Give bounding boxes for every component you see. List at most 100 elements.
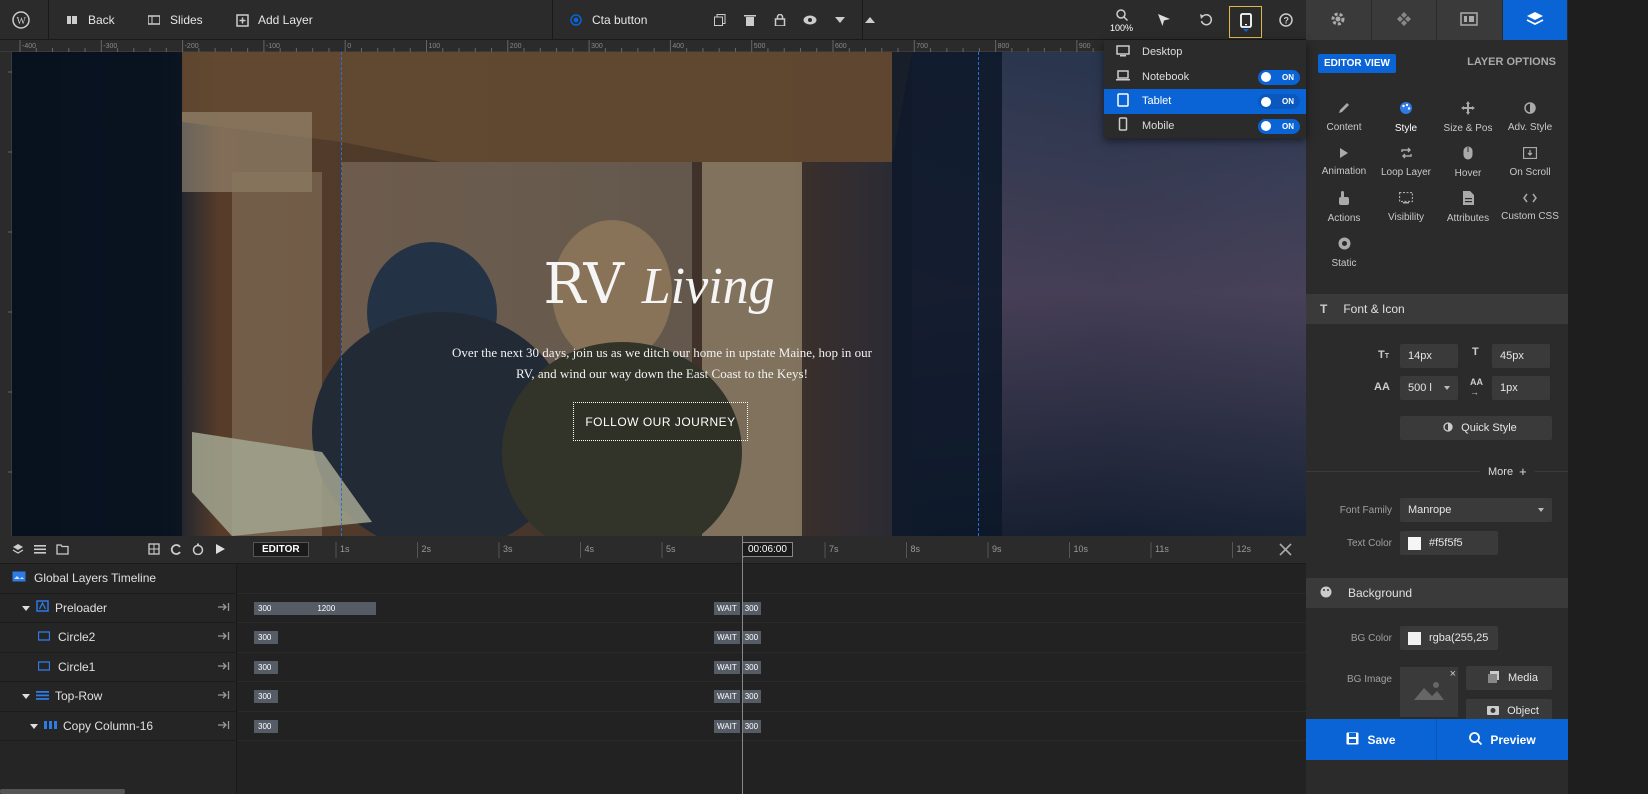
- image-placeholder-icon: [1412, 680, 1446, 705]
- playhead-time[interactable]: 00:06:00: [742, 542, 793, 557]
- option-attributes[interactable]: Attributes: [1438, 185, 1498, 230]
- back-button[interactable]: Back: [64, 0, 115, 40]
- layer-selector[interactable]: Cta button: [568, 0, 647, 40]
- quick-style-button[interactable]: Quick Style: [1400, 416, 1552, 440]
- media-button[interactable]: Media: [1466, 666, 1552, 690]
- timeline-row-copy-column[interactable]: Copy Column-16: [0, 712, 236, 741]
- text-color-picker[interactable]: #f5f5f5: [1400, 531, 1498, 555]
- dropdown-caret-icon: [1242, 29, 1249, 32]
- wait-block[interactable]: WAIT 300: [714, 719, 763, 733]
- jump-end-icon[interactable]: [218, 601, 230, 615]
- slide-heading[interactable]: RV Living: [12, 252, 1306, 317]
- folder-icon[interactable]: [56, 543, 69, 558]
- device-item-tablet[interactable]: Tablet ON: [1104, 89, 1306, 114]
- mobile-toggle[interactable]: ON: [1258, 118, 1300, 134]
- font-icon-section-header[interactable]: T Font & Icon: [1306, 294, 1568, 324]
- bg-image-placeholder[interactable]: ×: [1400, 667, 1458, 717]
- tablet-toggle[interactable]: ON: [1258, 94, 1300, 109]
- animation-bar[interactable]: 300: [254, 660, 278, 674]
- option-style[interactable]: Style: [1376, 95, 1436, 140]
- option-on-scroll[interactable]: On Scroll: [1500, 140, 1560, 185]
- jump-end-icon[interactable]: [218, 719, 230, 733]
- editor-button[interactable]: EDITOR: [253, 542, 309, 557]
- option-loop-layer[interactable]: Loop Layer: [1376, 140, 1436, 185]
- list-icon[interactable]: [34, 543, 46, 558]
- wordpress-logo[interactable]: W: [12, 0, 30, 40]
- jump-end-icon[interactable]: [218, 630, 230, 644]
- font-size-input[interactable]: 14px: [1400, 344, 1458, 368]
- layer-options-title[interactable]: LAYER OPTIONS: [1467, 56, 1556, 68]
- expand-caret-icon[interactable]: [30, 719, 38, 733]
- font-weight-select[interactable]: 500 l: [1400, 376, 1458, 400]
- option-animation[interactable]: Animation: [1314, 140, 1374, 185]
- more-toggle[interactable]: More +: [1480, 464, 1535, 479]
- vertical-ruler: [0, 52, 12, 536]
- editor-view-badge[interactable]: EDITOR VIEW: [1318, 54, 1396, 73]
- tab-slide-settings[interactable]: [1437, 0, 1503, 40]
- bg-color-picker[interactable]: rgba(255,25: [1400, 626, 1498, 650]
- grid-icon[interactable]: [148, 543, 160, 558]
- add-layer-button[interactable]: Add Layer: [234, 0, 313, 40]
- wait-block[interactable]: WAIT 300: [714, 660, 763, 674]
- tab-layers[interactable]: [1502, 0, 1568, 40]
- wait-block[interactable]: WAIT 300: [714, 631, 763, 644]
- device-item-desktop[interactable]: Desktop: [1104, 40, 1306, 65]
- slide-description[interactable]: Over the next 30 days, join us as we dit…: [432, 342, 892, 384]
- option-visibility[interactable]: Visibility: [1376, 185, 1436, 230]
- save-button[interactable]: Save: [1306, 719, 1437, 760]
- eye-icon[interactable]: [802, 12, 818, 28]
- timeline-row-circle2[interactable]: Circle2: [0, 623, 236, 653]
- option-content[interactable]: Content: [1314, 95, 1374, 140]
- letter-spacing-input[interactable]: 1px: [1492, 376, 1550, 400]
- jump-end-icon[interactable]: [218, 689, 230, 703]
- option-custom-css[interactable]: Custom CSS: [1500, 185, 1560, 230]
- horizontal-scrollbar[interactable]: [0, 789, 125, 794]
- tab-settings[interactable]: [1306, 0, 1372, 40]
- help-button[interactable]: ?: [1278, 0, 1294, 40]
- caret-up-icon[interactable]: [862, 12, 878, 28]
- timeline-row-circle1[interactable]: Circle1: [0, 653, 236, 682]
- close-timeline-icon[interactable]: [1279, 543, 1292, 559]
- option-actions[interactable]: Actions: [1314, 185, 1374, 230]
- duplicate-icon[interactable]: [712, 12, 728, 28]
- slides-button[interactable]: Slides: [146, 0, 203, 40]
- animation-bar[interactable]: 300: [254, 719, 278, 733]
- caret-down-icon[interactable]: [832, 12, 848, 28]
- device-item-mobile[interactable]: Mobile ON: [1104, 114, 1306, 139]
- option-hover[interactable]: Hover: [1438, 140, 1498, 185]
- expand-caret-icon[interactable]: [22, 601, 30, 615]
- layers-icon[interactable]: [12, 543, 24, 558]
- animation-bar[interactable]: 300: [254, 631, 278, 644]
- play-icon[interactable]: [214, 543, 226, 558]
- undo-button[interactable]: [1198, 0, 1214, 40]
- wait-block[interactable]: WAIT 300: [714, 601, 763, 615]
- zoom-button[interactable]: 100%: [1110, 0, 1133, 40]
- option-adv-style[interactable]: Adv. Style: [1500, 95, 1560, 140]
- playhead-line[interactable]: [742, 536, 743, 794]
- preview-button[interactable]: Preview: [1437, 719, 1568, 760]
- background-section-header[interactable]: Background: [1306, 578, 1568, 608]
- device-selector-button[interactable]: [1229, 6, 1262, 38]
- notebook-toggle[interactable]: ON: [1258, 69, 1300, 85]
- tab-navigation[interactable]: [1371, 0, 1437, 40]
- wait-block[interactable]: WAIT 300: [714, 690, 763, 703]
- option-static[interactable]: Static: [1314, 230, 1374, 275]
- remove-icon[interactable]: ×: [1450, 668, 1456, 680]
- cta-button-layer[interactable]: FOLLOW OUR JOURNEY: [573, 402, 748, 441]
- timeline-row-preloader[interactable]: Preloader: [0, 594, 236, 623]
- jump-end-icon[interactable]: [218, 660, 230, 674]
- option-size-pos[interactable]: Size & Pos: [1438, 95, 1498, 140]
- font-family-select[interactable]: Manrope: [1400, 498, 1552, 522]
- timeline-row-top-row[interactable]: Top-Row: [0, 682, 236, 712]
- timeline-row-global[interactable]: Global Layers Timeline: [0, 564, 236, 594]
- animation-bar[interactable]: 300 1200: [254, 601, 376, 615]
- animation-bar[interactable]: 300: [254, 690, 278, 703]
- trash-icon[interactable]: [742, 12, 758, 28]
- line-height-input[interactable]: 45px: [1492, 344, 1550, 368]
- stopwatch-icon[interactable]: [192, 543, 204, 558]
- loop-icon[interactable]: [170, 543, 182, 558]
- expand-caret-icon[interactable]: [22, 689, 30, 703]
- device-item-notebook[interactable]: Notebook ON: [1104, 65, 1306, 90]
- cursor-mode-button[interactable]: [1156, 0, 1172, 40]
- lock-icon[interactable]: [772, 12, 788, 28]
